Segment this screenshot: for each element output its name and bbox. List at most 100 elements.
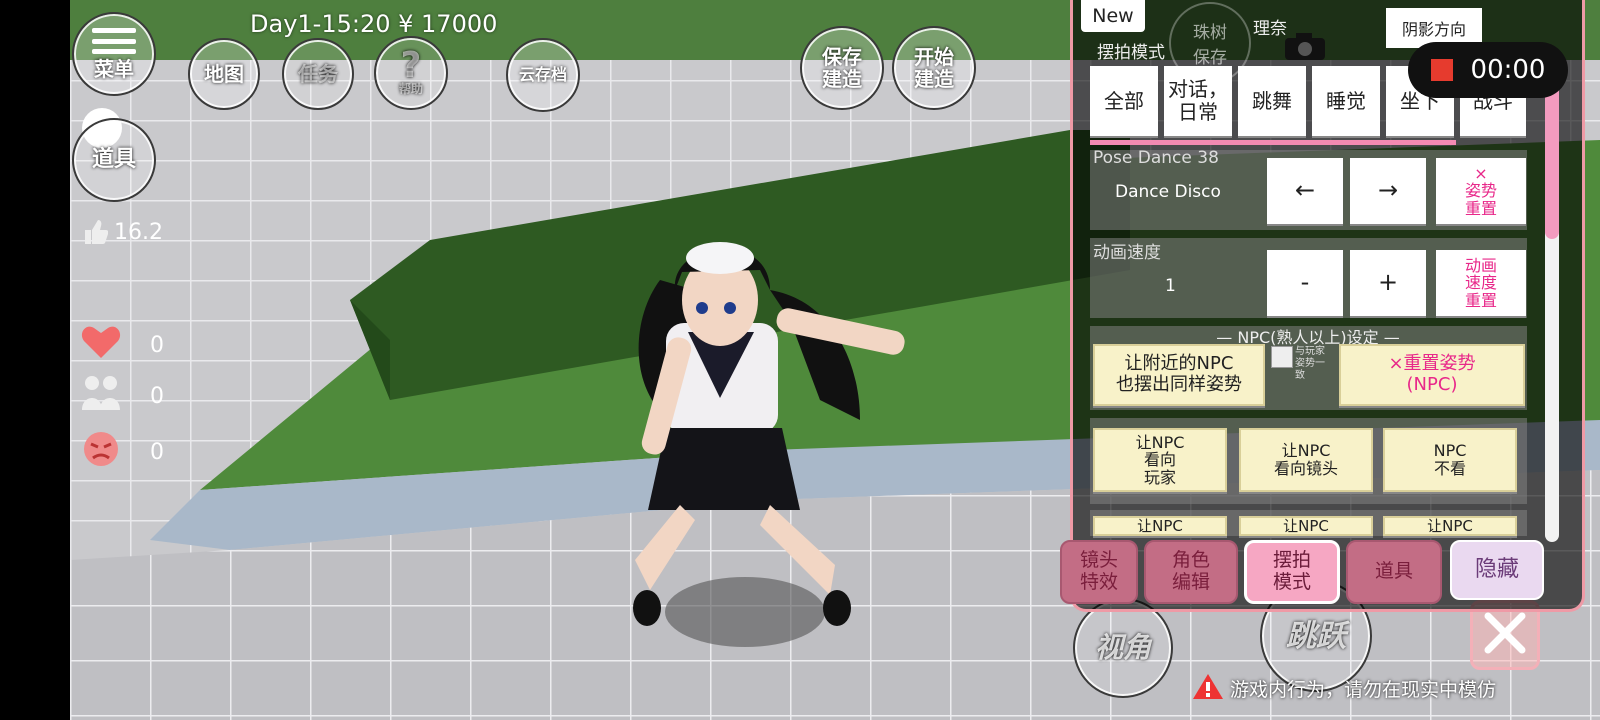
help-button[interactable]: ? 帮助 [374, 36, 448, 110]
heart-icon [80, 324, 122, 366]
speed-reset-button[interactable]: 动画 速度 重置 [1436, 250, 1526, 316]
friends-icon [80, 374, 122, 418]
hamburger-icon [92, 28, 136, 54]
speed-plus-button[interactable]: + [1350, 250, 1426, 316]
npc-partial-label-1: 让NPC [1137, 517, 1183, 535]
npc-reset-pose-button[interactable]: ×重置姿势 (NPC) [1339, 344, 1525, 406]
mode-title: 摆拍模式 [1097, 43, 1165, 63]
npc-look-camera-button[interactable]: 让NPC 看向镜头 [1239, 428, 1373, 492]
hide-label: 隐藏 [1474, 557, 1519, 583]
help-label: 帮助 [398, 82, 423, 97]
pose-reset-label: × 姿势 重置 [1464, 163, 1497, 218]
top-save-label: 保存 [1193, 48, 1227, 68]
tab-pose-mode-label: 摆拍 模式 [1272, 549, 1311, 593]
close-icon [1482, 610, 1528, 660]
npc-same-pose-label: 让附近的NPC 也摆出同样姿势 [1116, 353, 1242, 395]
new-badge: New [1081, 0, 1145, 32]
character-shadow [665, 577, 825, 647]
save-build-button[interactable]: 保存 建造 [800, 26, 884, 110]
camera-icon [1283, 30, 1327, 66]
prev-pose-button[interactable]: ← [1267, 158, 1343, 224]
npc-no-look-button[interactable]: NPC 不看 [1383, 428, 1517, 492]
npc-look-player-label: 让NPC 看向 玩家 [1135, 432, 1185, 487]
pose-title: Pose Dance 38 [1093, 148, 1219, 168]
tab-character-edit[interactable]: 角色 编辑 [1144, 540, 1238, 604]
help-question-icon: ? [400, 45, 422, 87]
category-sleep[interactable]: 睡觉 [1312, 66, 1380, 136]
record-time: 00:00 [1470, 55, 1546, 85]
category-talk[interactable]: 对话， 日常 [1164, 66, 1232, 136]
menu-label: 菜单 [94, 57, 134, 81]
category-talk-label: 对话， 日常 [1168, 77, 1228, 124]
money: ¥ 17000 [398, 10, 498, 38]
npc-partial-button-2[interactable]: 让NPC [1239, 516, 1373, 536]
new-label: New [1092, 5, 1134, 27]
npc-same-pose-button[interactable]: 让附近的NPC 也摆出同样姿势 [1093, 344, 1265, 406]
day-time-money: Day1-15:20 ¥ 17000 [250, 10, 497, 38]
items-button[interactable]: 道具 [72, 118, 156, 202]
task-button[interactable]: 任务 [282, 38, 354, 110]
day-time: Day1-15:20 [250, 10, 391, 38]
task-label: 任务 [298, 62, 338, 86]
minus-icon: - [1300, 268, 1310, 297]
friends-count: 0 [150, 383, 164, 409]
tab-items-label: 道具 [1374, 560, 1413, 583]
save-build-label: 保存 建造 [822, 45, 862, 91]
view-label: 视角 [1094, 630, 1151, 664]
thumbs-up-icon [82, 218, 109, 246]
npc-partial-button-1[interactable]: 让NPC [1093, 516, 1227, 536]
tab-items[interactable]: 道具 [1346, 540, 1442, 604]
top-name2: 理奈 [1253, 19, 1287, 39]
shadow-direction-label[interactable]: 阴影方向 [1402, 16, 1466, 40]
npc-partial-button-3[interactable]: 让NPC [1383, 516, 1517, 536]
npc-partial-label-3: 让NPC [1427, 517, 1473, 535]
screen-recorder-pill[interactable]: 00:00 [1408, 42, 1568, 98]
start-build-label: 开始 建造 [914, 45, 954, 91]
heart-count: 0 [150, 332, 164, 358]
pose-reset-button[interactable]: × 姿势 重置 [1436, 158, 1526, 224]
view-button[interactable]: 视角 [1073, 598, 1173, 698]
npc-look-player-button[interactable]: 让NPC 看向 玩家 [1093, 428, 1227, 492]
category-all-label: 全部 [1104, 88, 1144, 113]
npc-no-look-label: NPC 不看 [1433, 440, 1467, 478]
warning-text: 游戏内行为，请勿在现实中模仿 [1230, 679, 1497, 701]
menu-button[interactable]: 菜单 [72, 12, 156, 96]
category-dance[interactable]: 跳舞 [1238, 66, 1306, 136]
scrollbar-track[interactable] [1545, 52, 1559, 542]
speed-minus-button[interactable]: - [1267, 250, 1343, 316]
next-pose-button[interactable]: → [1350, 158, 1426, 224]
tab-pose-mode[interactable]: 摆拍 模式 [1244, 540, 1340, 604]
category-dance-label: 跳舞 [1252, 88, 1292, 113]
match-player-checkbox[interactable] [1271, 346, 1293, 368]
match-player-label: 与玩家 姿势一 致 [1295, 346, 1325, 381]
speed-value: 1 [1165, 276, 1176, 296]
warning-bar: 游戏内行为，请勿在现实中模仿 [1192, 672, 1496, 705]
jump-label: 跳跃 [1286, 618, 1346, 654]
speed-title: 动画速度 [1093, 243, 1161, 263]
cloud-save-button[interactable]: 云存档 [506, 38, 580, 112]
record-stop-icon [1430, 59, 1453, 81]
cloud-save-label: 云存档 [518, 65, 567, 85]
fps-value: 16.2 [114, 219, 163, 245]
hide-button[interactable]: 隐藏 [1450, 540, 1544, 600]
npc-reset-pose-label: ×重置姿势 (NPC) [1388, 353, 1476, 395]
category-sleep-label: 睡觉 [1326, 88, 1366, 113]
game-screen: Day1-15:20 ¥ 17000 菜单 地图 任务 ? 帮助 云存档 道具 … [70, 0, 1600, 720]
right-arrow-icon: → [1377, 176, 1399, 205]
anger-count: 0 [150, 439, 164, 465]
npc-partial-label-2: 让NPC [1283, 517, 1329, 535]
category-underline [1090, 140, 1456, 145]
items-label: 道具 [91, 146, 136, 172]
start-build-button[interactable]: 开始 建造 [892, 26, 976, 110]
left-arrow-icon: ← [1294, 176, 1316, 205]
fps-stat: 16.2 [82, 218, 163, 246]
plus-icon: + [1377, 268, 1399, 297]
speed-reset-label: 动画 速度 重置 [1464, 255, 1497, 310]
tab-camera-effects[interactable]: 镜头 特效 [1060, 540, 1138, 604]
npc-look-camera-label: 让NPC 看向镜头 [1273, 440, 1338, 478]
category-all[interactable]: 全部 [1090, 66, 1158, 136]
angry-face-icon [80, 430, 122, 474]
anger-stat: 0 [80, 430, 164, 474]
map-button[interactable]: 地图 [188, 38, 260, 110]
heart-stat: 0 [80, 324, 164, 366]
